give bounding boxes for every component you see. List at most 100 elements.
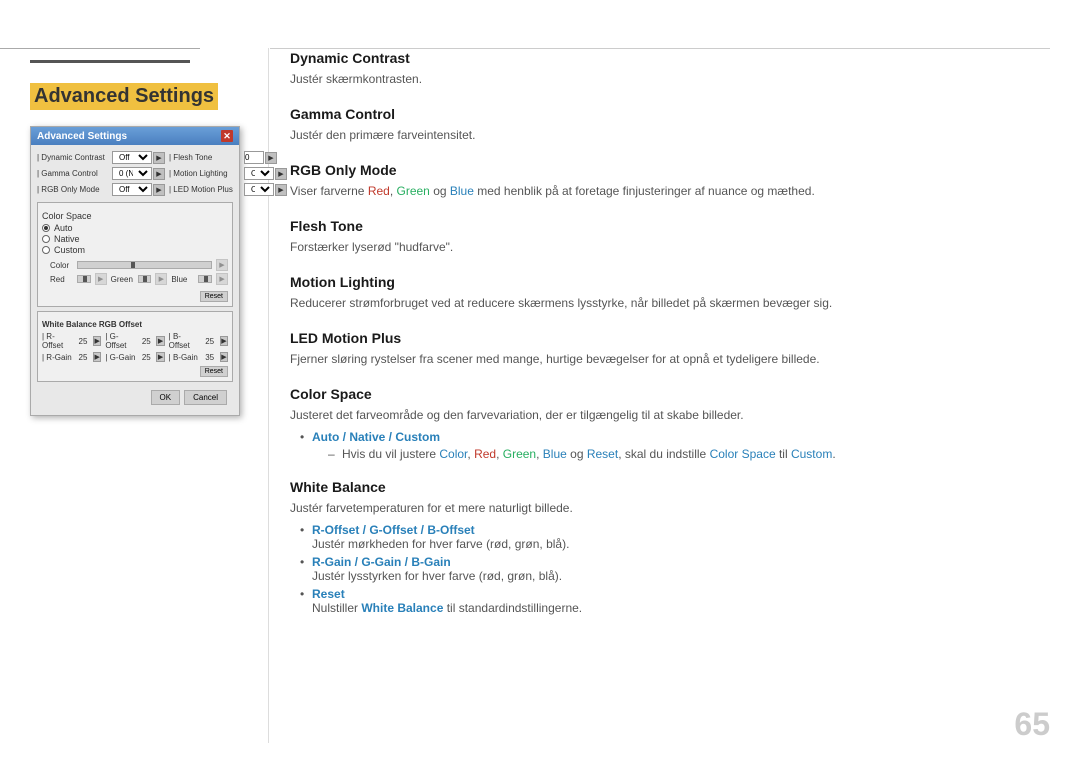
b-gain-arrow[interactable]: ▶ — [220, 352, 228, 362]
rgb-select[interactable]: Off — [112, 183, 152, 196]
gamma-control-heading: Gamma Control — [290, 106, 1050, 122]
rgb-red-link: Red — [368, 184, 390, 198]
led-motion-plus-desc: Fjerner sløring rystelser fra scener med… — [290, 350, 1050, 368]
color-arrow: ▶ — [216, 259, 228, 271]
red-arrow: ▶ — [95, 273, 107, 285]
radio-custom[interactable]: Custom — [42, 245, 228, 255]
cancel-button[interactable]: Cancel — [184, 390, 227, 405]
motion-lighting-text: Reducerer strømforbruget ved at reducere… — [290, 294, 1050, 312]
sidebar-top-line — [30, 60, 190, 63]
dialog-row-flesh: | Flesh Tone ▶ — [169, 151, 287, 164]
color-space-bullets: Auto / Native / Custom Hvis du vil juste… — [290, 430, 1050, 461]
led-label: | LED Motion Plus — [169, 185, 244, 194]
radio-custom-label: Custom — [54, 245, 85, 255]
gamma-arrow[interactable]: ▶ — [153, 168, 165, 180]
color-slider — [77, 261, 212, 269]
r-gain-label: | R-Gain — [42, 353, 73, 362]
radio-custom-dot[interactable] — [42, 246, 50, 254]
gamma-control-text: Justér den primære farveintensitet. — [290, 126, 1050, 144]
green-link2: Green — [503, 447, 536, 461]
wb-reset-desc: Nulstiller White Balance til standardind… — [312, 601, 582, 615]
flesh-tone-text: Forstærker lyserød "hudfarve". — [290, 238, 1050, 256]
color-link: Color — [439, 447, 467, 461]
g-offset-arrow[interactable]: ▶ — [156, 336, 164, 346]
dynamic-contrast-text: Justér skærmkontrasten. — [290, 70, 1050, 88]
blue-label: Blue — [171, 275, 195, 284]
wb-reset-link: Reset — [312, 587, 345, 601]
led-arrow[interactable]: ▶ — [275, 184, 287, 196]
gamma-select[interactable]: 0 (Natural) — [112, 167, 152, 180]
radio-native-dot[interactable] — [42, 235, 50, 243]
rgb-green-link: Green — [397, 184, 430, 198]
section-rgb-only-mode: RGB Only Mode Viser farverne Red, Green … — [290, 162, 1050, 200]
color-space-link: Color Space — [710, 447, 776, 461]
wb-gain-link: R-Gain / G-Gain / B-Gain — [312, 555, 451, 569]
color-row-blue: Blue ▶ — [171, 273, 228, 285]
radio-native-label: Native — [54, 234, 80, 244]
flesh-tone-heading: Flesh Tone — [290, 218, 1050, 234]
radio-native[interactable]: Native — [42, 234, 228, 244]
dialog-buttons: OK Cancel — [37, 386, 233, 409]
color-reset-button[interactable]: Reset — [200, 291, 228, 302]
led-select[interactable]: Off — [244, 183, 274, 196]
ok-button[interactable]: OK — [151, 390, 181, 405]
blue-slider — [198, 275, 212, 283]
motion-lighting-heading: Motion Lighting — [290, 274, 1050, 290]
dynamic-contrast-heading: Dynamic Contrast — [290, 50, 1050, 66]
motion-select[interactable]: Off — [244, 167, 274, 180]
right-panel: Dynamic Contrast Justér skærmkontrasten.… — [290, 50, 1050, 733]
blue-arrow: ▶ — [216, 273, 228, 285]
flesh-input[interactable] — [244, 151, 264, 164]
flesh-label: | Flesh Tone — [169, 153, 244, 162]
radio-auto-dot[interactable] — [42, 224, 50, 232]
g-offset-value: 25 — [140, 337, 152, 346]
wb-offset-bullet: R-Offset / G-Offset / B-Offset Justér mø… — [300, 523, 1050, 551]
rgb-only-mode-heading: RGB Only Mode — [290, 162, 1050, 178]
wb-offset-desc: Justér mørkheden for hver farve (rød, gr… — [312, 537, 569, 551]
g-offset-label: | G-Offset — [105, 332, 136, 350]
color-space-sub-bullet: Hvis du vil justere Color, Red, Green, B… — [328, 447, 1050, 461]
advanced-settings-dialog: Advanced Settings ✕ | Dynamic Contrast O… — [30, 126, 240, 416]
color-row-color: Color ▶ — [50, 259, 228, 271]
r-gain-value: 25 — [77, 353, 89, 362]
custom-link: Custom — [791, 447, 832, 461]
r-offset-arrow[interactable]: ▶ — [93, 336, 101, 346]
flesh-arrow[interactable]: ▶ — [265, 152, 277, 164]
green-label: Green — [111, 275, 135, 284]
top-divider — [270, 48, 1050, 49]
red-link: Red — [474, 447, 496, 461]
white-balance-text: Justér farvetemperaturen for et mere nat… — [290, 499, 1050, 517]
color-space-radio-group: Auto Native Custom — [42, 223, 228, 255]
wb-reset-button[interactable]: Reset — [200, 366, 228, 377]
wb-offset-link: R-Offset / G-Offset / B-Offset — [312, 523, 475, 537]
dynamic-contrast-label: | Dynamic Contrast — [37, 153, 112, 162]
r-gain-arrow[interactable]: ▶ — [93, 352, 101, 362]
dialog-row-motion: | Motion Lighting Off ▶ — [169, 167, 287, 180]
dynamic-contrast-select[interactable]: Off — [112, 151, 152, 164]
dynamic-contrast-arrow[interactable]: ▶ — [153, 152, 165, 164]
b-offset-arrow[interactable]: ▶ — [220, 336, 228, 346]
section-led-motion-plus: LED Motion Plus Fjerner sløring rystelse… — [290, 330, 1050, 368]
section-dynamic-contrast: Dynamic Contrast Justér skærmkontrasten. — [290, 50, 1050, 88]
radio-auto[interactable]: Auto — [42, 223, 228, 233]
rgb-arrow[interactable]: ▶ — [153, 184, 165, 196]
color-controls: Color ▶ Red ▶ — [42, 259, 228, 285]
page-title: Advanced Settings — [30, 83, 218, 110]
dialog-close-button[interactable]: ✕ — [221, 130, 233, 142]
g-gain-arrow[interactable]: ▶ — [156, 352, 164, 362]
color-space-text: Justeret det farveområde og den farvevar… — [290, 406, 1050, 424]
color-space-sub-bullets: Hvis du vil justere Color, Red, Green, B… — [312, 447, 1050, 461]
section-motion-lighting: Motion Lighting Reducerer strømforbruget… — [290, 274, 1050, 312]
b-gain-label: | B-Gain — [169, 353, 200, 362]
motion-arrow[interactable]: ▶ — [275, 168, 287, 180]
gamma-label: | Gamma Control — [37, 169, 112, 178]
r-offset-label: | R-Offset — [42, 332, 73, 350]
wb-gain-desc: Justér lysstyrken for hver farve (rød, g… — [312, 569, 562, 583]
dialog-row-led: | LED Motion Plus Off ▶ — [169, 183, 287, 196]
g-gain-value: 25 — [140, 353, 152, 362]
led-motion-plus-heading: LED Motion Plus — [290, 330, 1050, 346]
white-balance-heading: White Balance — [290, 479, 1050, 495]
dialog-title-bar: Advanced Settings ✕ — [31, 127, 239, 145]
reset-link: Reset — [587, 447, 618, 461]
wb-reset-bullet: Reset Nulstiller White Balance til stand… — [300, 587, 1050, 615]
